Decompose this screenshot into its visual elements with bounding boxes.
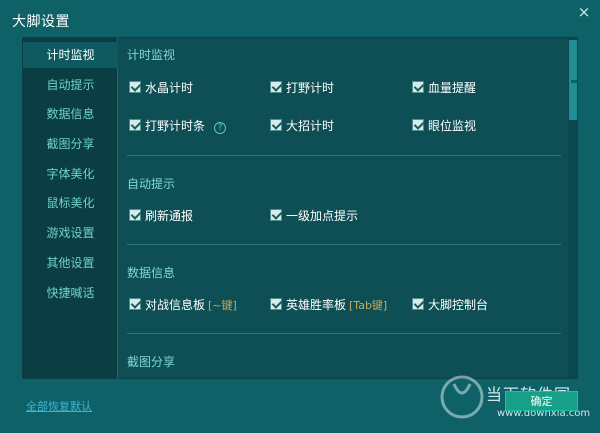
option-jungle-timer[interactable]: 打野计时 — [270, 80, 334, 96]
section-title-screenshot-share: 截图分享 — [127, 355, 176, 369]
section-divider — [127, 244, 561, 245]
confirm-button[interactable]: 确定 — [505, 391, 578, 411]
option-jungle-timer-bar[interactable]: 打野计时条? — [129, 118, 227, 134]
option-ultimate-timer[interactable]: 大招计时 — [270, 118, 334, 134]
section-divider — [127, 333, 561, 334]
settings-content: 计时监视 水晶计时 打野计时 血量提醒 打野计时条? 大招计时 眼位监视 自动提… — [119, 38, 567, 378]
sidebar-item-mouse-style[interactable]: 鼠标美化 — [23, 190, 118, 216]
scrollbar-grip-icon — [571, 80, 577, 83]
sidebar-item-timer-monitor[interactable]: 计时监视 — [23, 42, 118, 68]
checkbox-checked-icon[interactable] — [412, 298, 424, 310]
option-hero-winrate-board[interactable]: 英雄胜率板 [Tab键] — [270, 297, 387, 313]
checkbox-checked-icon[interactable] — [270, 209, 282, 221]
checkbox-checked-icon[interactable] — [129, 119, 141, 131]
hotkey-hint: [Tab键] — [349, 299, 388, 312]
option-health-alert[interactable]: 血量提醒 — [412, 80, 476, 96]
settings-sidebar: 计时监视 自动提示 数据信息 截图分享 字体美化 鼠标美化 游戏设置 其他设置 … — [23, 38, 118, 378]
option-ward-monitor[interactable]: 眼位监视 — [412, 118, 476, 134]
checkbox-checked-icon[interactable] — [270, 298, 282, 310]
checkbox-checked-icon[interactable] — [412, 119, 424, 131]
close-icon[interactable]: × — [574, 2, 594, 22]
checkbox-checked-icon[interactable] — [270, 81, 282, 93]
settings-panel: 计时监视 自动提示 数据信息 截图分享 字体美化 鼠标美化 游戏设置 其他设置 … — [22, 37, 578, 379]
checkbox-checked-icon[interactable] — [129, 81, 141, 93]
sidebar-item-data-info[interactable]: 数据信息 — [23, 101, 118, 127]
checkbox-checked-icon[interactable] — [129, 298, 141, 310]
window-title: 大脚设置 — [12, 14, 70, 30]
checkbox-checked-icon[interactable] — [129, 209, 141, 221]
option-bigfoot-console[interactable]: 大脚控制台 — [412, 297, 488, 313]
section-title-data-info: 数据信息 — [127, 266, 176, 280]
section-title-timer-monitor: 计时监视 — [127, 48, 176, 62]
option-battle-info-board[interactable]: 对战信息板 [~键] — [129, 297, 237, 313]
sidebar-item-game-settings[interactable]: 游戏设置 — [23, 220, 118, 246]
option-refresh-notice[interactable]: 刷新通报 — [129, 208, 193, 224]
section-divider — [127, 155, 561, 156]
sidebar-item-other-settings[interactable]: 其他设置 — [23, 250, 118, 276]
checkbox-checked-icon[interactable] — [270, 119, 282, 131]
hotkey-hint: [~键] — [208, 299, 237, 312]
sidebar-item-font-style[interactable]: 字体美化 — [23, 161, 118, 187]
sidebar-item-screenshot-share[interactable]: 截图分享 — [23, 131, 118, 157]
scrollbar-thumb[interactable] — [569, 40, 577, 120]
restore-defaults-link[interactable]: 全部恢复默认 — [26, 398, 92, 414]
section-title-auto-hint: 自动提示 — [127, 177, 176, 191]
checkbox-checked-icon[interactable] — [412, 81, 424, 93]
sidebar-item-auto-hint[interactable]: 自动提示 — [23, 72, 118, 98]
scrollbar[interactable] — [568, 38, 578, 378]
option-crystal-timer[interactable]: 水晶计时 — [129, 80, 193, 96]
help-icon[interactable]: ? — [214, 122, 227, 134]
title-bar: 大脚设置 × — [0, 0, 600, 38]
option-level1-skill-hint[interactable]: 一级加点提示 — [270, 208, 358, 224]
sidebar-item-quick-chat[interactable]: 快捷喊话 — [23, 280, 118, 306]
